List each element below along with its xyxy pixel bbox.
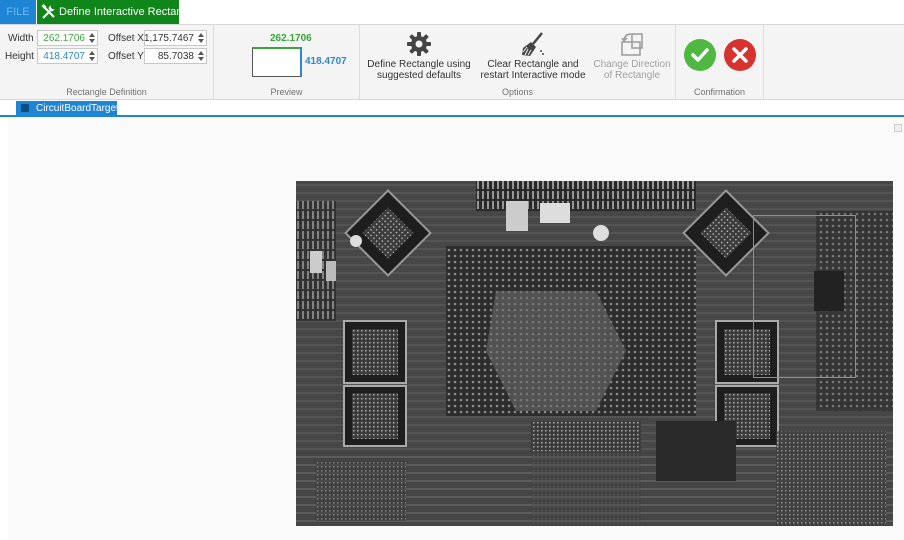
rotate-rectangle-icon bbox=[621, 33, 643, 56]
preview-width-text: 262.1706 bbox=[270, 33, 312, 44]
confirmation-group: Confirmation bbox=[676, 25, 764, 99]
close-icon bbox=[732, 47, 748, 63]
width-spinner[interactable]: 262.1706 bbox=[37, 30, 98, 46]
offset-x-spinner-arrows[interactable] bbox=[196, 31, 206, 45]
confirmation-group-label: Confirmation bbox=[693, 87, 746, 97]
height-spinner-arrows[interactable] bbox=[87, 49, 97, 63]
document-icon bbox=[21, 104, 29, 112]
offset-x-label: Offset X bbox=[108, 33, 144, 44]
offset-y-spinner-arrows[interactable] bbox=[196, 49, 206, 63]
width-label: Width bbox=[8, 33, 34, 44]
options-group-label: Options bbox=[501, 87, 534, 97]
canvas-corner-handle[interactable] bbox=[894, 124, 902, 132]
define-rectangle-label: Define Rectangle using suggested default… bbox=[367, 59, 471, 81]
tab-circuit-board-target[interactable]: CircuitBoardTarget bbox=[16, 101, 119, 116]
width-value: 262.1706 bbox=[43, 33, 85, 44]
document-tab-strip: CircuitBoardTarget bbox=[0, 100, 904, 117]
height-value: 418.4707 bbox=[43, 51, 85, 62]
tab-file[interactable]: FILE bbox=[0, 0, 36, 24]
preview-height-text: 418.4707 bbox=[305, 56, 347, 67]
ribbon-tab-strip: FILE Define Interactive Rectangle bbox=[0, 0, 904, 24]
preview-rectangle bbox=[252, 47, 302, 77]
define-rectangle-button[interactable]: Define Rectangle using suggested default… bbox=[364, 31, 474, 81]
broom-icon bbox=[522, 32, 544, 56]
ok-button[interactable] bbox=[684, 39, 716, 71]
height-spinner[interactable]: 418.4707 bbox=[37, 48, 98, 64]
width-spinner-arrows[interactable] bbox=[87, 31, 97, 45]
height-label: Height bbox=[5, 51, 34, 62]
app-window: FILE Define Interactive Rectangle Width … bbox=[0, 0, 904, 540]
interactive-selection-rectangle[interactable] bbox=[753, 215, 856, 378]
preview-group-label: Preview bbox=[270, 87, 303, 97]
ribbon: Width 262.1706 Height 418.4707 Offset X … bbox=[0, 24, 904, 100]
offset-y-label: Offset Y bbox=[108, 51, 144, 62]
cancel-button[interactable] bbox=[724, 39, 756, 71]
offset-y-value: 85.7038 bbox=[157, 51, 194, 62]
image-canvas[interactable] bbox=[8, 119, 904, 540]
clear-rectangle-label: Clear Rectangle and restart Interactive … bbox=[480, 59, 586, 81]
gear-icon bbox=[407, 32, 431, 56]
rectangle-definition-group: Width 262.1706 Height 418.4707 Offset X … bbox=[0, 25, 214, 99]
change-direction-button[interactable]: Change Direction of Rectangle bbox=[592, 31, 672, 81]
offset-y-spinner[interactable]: 85.7038 bbox=[144, 48, 207, 64]
options-group: Define Rectangle using suggested default… bbox=[360, 25, 676, 99]
clear-rectangle-button[interactable]: Clear Rectangle and restart Interactive … bbox=[478, 31, 588, 81]
tab-define-interactive-rectangle[interactable]: Define Interactive Rectangle bbox=[37, 0, 197, 24]
document-tab-label: CircuitBoardTarget bbox=[36, 103, 119, 114]
tab-define-label: Define Interactive Rectangle bbox=[59, 6, 198, 18]
checkmark-icon bbox=[691, 48, 709, 62]
circuit-board-image[interactable] bbox=[296, 181, 893, 526]
change-direction-label: Change Direction of Rectangle bbox=[593, 59, 671, 81]
offset-x-spinner[interactable]: 1,175.7467 bbox=[144, 30, 207, 46]
preview-group: 262.1706 418.4707 Preview bbox=[214, 25, 360, 99]
tools-icon bbox=[41, 4, 55, 19]
offset-x-value: 1,175.7467 bbox=[143, 33, 194, 44]
rectangle-definition-group-label: Rectangle Definition bbox=[66, 87, 147, 97]
